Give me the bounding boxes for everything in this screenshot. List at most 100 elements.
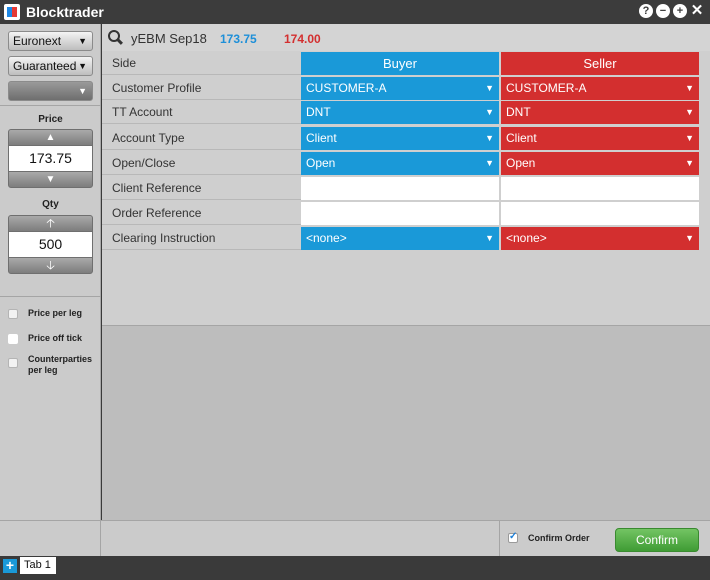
ask-price: 174.00 xyxy=(284,32,321,46)
confirm-order-checkbox[interactable] xyxy=(508,531,518,543)
price-up-button[interactable]: ▲ xyxy=(8,129,93,146)
qty-up-button[interactable]: 🡡 xyxy=(8,215,93,232)
price-off-tick-checkbox[interactable] xyxy=(8,334,18,344)
maximize-icon[interactable]: + xyxy=(673,4,687,18)
footer-bar: Confirm Order Confirm xyxy=(0,520,710,557)
buyer-order-reference-input[interactable] xyxy=(301,202,499,225)
qty-input[interactable]: 500 xyxy=(8,232,93,257)
price-per-leg-label: Price per leg xyxy=(28,308,83,318)
buyer-customer-profile-select[interactable]: CUSTOMER-A ▼ xyxy=(301,77,499,100)
seller-clearing-instruction-select[interactable]: <none> ▼ xyxy=(501,227,699,250)
buyer-account-type-value: Client xyxy=(306,131,337,145)
grid-row-client-reference: Client Reference xyxy=(102,176,710,200)
title-bar: Blocktrader ? − + ✕ xyxy=(0,0,710,24)
confirm-order-label: Confirm Order xyxy=(528,533,590,543)
chevron-down-icon: ▼ xyxy=(485,107,494,117)
seller-client-reference-input[interactable] xyxy=(501,177,699,200)
order-type-select-value: Guaranteed xyxy=(13,59,77,73)
row-label: TT Account xyxy=(102,100,301,124)
price-label: Price xyxy=(38,114,63,125)
buyer-client-reference-input[interactable] xyxy=(301,177,499,200)
divider xyxy=(100,521,101,557)
grid-row-order-reference: Order Reference xyxy=(102,201,710,225)
instrument-header: yEBM Sep18 173.75 174.00 xyxy=(102,24,710,51)
counterparties-per-leg-checkbox[interactable] xyxy=(8,358,18,368)
counterparties-per-leg-label: Counterparties per leg xyxy=(28,354,93,375)
chevron-down-icon: ▼ xyxy=(78,36,87,46)
qty-stepper: 🡡 500 🡣 xyxy=(8,215,93,274)
row-label: Customer Profile xyxy=(102,76,301,100)
seller-customer-profile-value: CUSTOMER-A xyxy=(506,81,587,95)
chevron-down-icon: ▼ xyxy=(485,133,494,143)
grid-row-clearing-instruction: Clearing Instruction <none> ▼ <none> ▼ xyxy=(102,226,710,250)
instrument-name: yEBM Sep18 xyxy=(131,31,207,46)
help-icon[interactable]: ? xyxy=(639,4,653,18)
chevron-down-icon: ▼ xyxy=(685,158,694,168)
grid-row-side: Side Buyer Seller xyxy=(102,51,710,75)
grid-row-open-close: Open/Close Open ▼ Open ▼ xyxy=(102,151,710,175)
chevron-down-icon: ▼ xyxy=(485,158,494,168)
chevron-down-icon: ▼ xyxy=(78,86,87,96)
buyer-tt-account-select[interactable]: DNT ▼ xyxy=(301,101,499,124)
minimize-icon[interactable]: − xyxy=(656,4,670,18)
chevron-down-icon: ▼ xyxy=(485,233,494,243)
counterparties-per-leg-row: Counterparties per leg xyxy=(8,354,98,376)
chevron-down-icon: ▼ xyxy=(685,83,694,93)
buyer-header: Buyer xyxy=(301,52,499,75)
left-panel: Euronext ▼ Guaranteed ▼ ▼ Price ▲ 173.75… xyxy=(0,24,101,520)
seller-open-close-value: Open xyxy=(506,156,536,170)
confirm-button[interactable]: Confirm xyxy=(615,528,699,552)
tab-bar: + Tab 1 xyxy=(0,556,710,580)
seller-customer-profile-select[interactable]: CUSTOMER-A ▼ xyxy=(501,77,699,100)
add-tab-button[interactable]: + xyxy=(3,558,17,573)
third-select[interactable]: ▼ xyxy=(8,81,93,101)
qty-label: Qty xyxy=(42,199,59,210)
row-label: Clearing Instruction xyxy=(102,226,301,250)
price-input[interactable]: 173.75 xyxy=(8,146,93,171)
seller-order-reference-input[interactable] xyxy=(501,202,699,225)
seller-tt-account-select[interactable]: DNT ▼ xyxy=(501,101,699,124)
close-icon[interactable]: ✕ xyxy=(690,3,704,18)
window-controls: ? − + ✕ xyxy=(639,3,704,18)
row-label: Order Reference xyxy=(102,201,301,225)
row-label: Client Reference xyxy=(102,176,301,200)
grid-row-customer-profile: Customer Profile CUSTOMER-A ▼ CUSTOMER-A… xyxy=(102,76,710,100)
seller-tt-account-value: DNT xyxy=(506,105,531,119)
chevron-down-icon: ▼ xyxy=(685,133,694,143)
qty-down-button[interactable]: 🡣 xyxy=(8,257,93,274)
price-per-leg-checkbox[interactable] xyxy=(8,309,18,319)
buyer-open-close-value: Open xyxy=(306,156,336,170)
buyer-open-close-select[interactable]: Open ▼ xyxy=(301,152,499,175)
chevron-down-icon: ▼ xyxy=(685,233,694,243)
tab-1[interactable]: Tab 1 xyxy=(20,557,56,574)
row-label: Open/Close xyxy=(102,151,301,175)
order-type-select[interactable]: Guaranteed ▼ xyxy=(8,56,93,76)
bid-price: 173.75 xyxy=(220,32,257,46)
divider xyxy=(0,105,101,106)
buyer-account-type-select[interactable]: Client ▼ xyxy=(301,127,499,150)
chevron-down-icon: ▼ xyxy=(685,107,694,117)
row-label: Account Type xyxy=(102,126,301,150)
buyer-customer-profile-value: CUSTOMER-A xyxy=(306,81,387,95)
exchange-select-value: Euronext xyxy=(13,34,62,48)
chevron-down-icon: ▼ xyxy=(78,61,87,71)
price-off-tick-row: Price off tick xyxy=(8,333,98,344)
order-entry-area: yEBM Sep18 173.75 174.00 Side Buyer Sell… xyxy=(102,24,710,520)
window-title: Blocktrader xyxy=(26,4,104,20)
price-down-button[interactable]: ▼ xyxy=(8,171,93,188)
seller-account-type-select[interactable]: Client ▼ xyxy=(501,127,699,150)
exchange-select[interactable]: Euronext ▼ xyxy=(8,31,93,51)
search-icon[interactable] xyxy=(108,30,122,44)
buyer-clearing-instruction-select[interactable]: <none> ▼ xyxy=(301,227,499,250)
price-per-leg-row: Price per leg xyxy=(8,308,98,319)
blocktrader-logo-icon xyxy=(4,4,20,20)
seller-open-close-select[interactable]: Open ▼ xyxy=(501,152,699,175)
buyer-tt-account-value: DNT xyxy=(306,105,331,119)
seller-clearing-instruction-value: <none> xyxy=(506,231,547,245)
price-stepper: ▲ 173.75 ▼ xyxy=(8,129,93,188)
chevron-down-icon: ▼ xyxy=(485,83,494,93)
grid-row-tt-account: TT Account DNT ▼ DNT ▼ xyxy=(102,100,710,124)
row-label: Side xyxy=(102,51,301,75)
price-off-tick-label: Price off tick xyxy=(28,333,83,343)
buyer-clearing-instruction-value: <none> xyxy=(306,231,347,245)
